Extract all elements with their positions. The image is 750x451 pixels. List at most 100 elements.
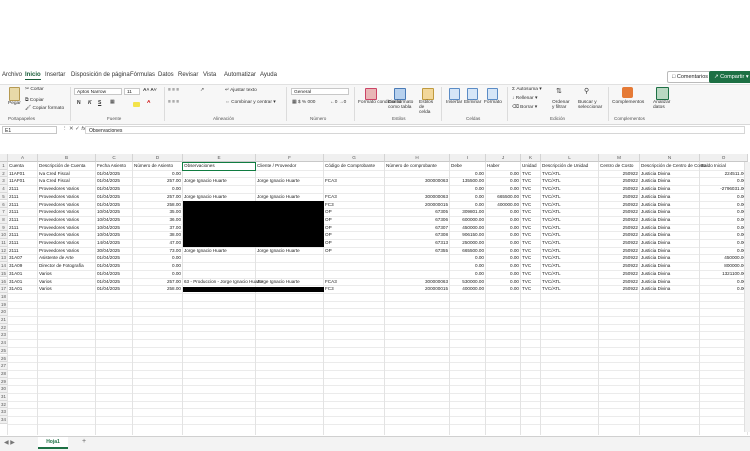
table-cell[interactable]: Jorge Ignacio Huarte xyxy=(184,177,254,185)
table-cell[interactable]: 250922 xyxy=(600,270,638,278)
table-cell[interactable]: 67313 xyxy=(386,239,448,247)
table-cell[interactable]: 01/04/2025 xyxy=(97,177,131,185)
column-header[interactable]: G xyxy=(324,154,385,162)
table-cell[interactable]: 0.00 xyxy=(451,270,484,278)
column-header[interactable]: D xyxy=(133,154,183,162)
column-header[interactable]: H xyxy=(385,154,450,162)
table-cell[interactable]: Justicia Divina xyxy=(641,231,698,239)
orientation-icon[interactable]: ↗ xyxy=(200,88,204,93)
table-cell[interactable]: 250922 xyxy=(600,231,638,239)
table-cell[interactable]: OP xyxy=(325,224,383,232)
header-cell[interactable]: Cuenta xyxy=(9,162,36,170)
table-cell[interactable]: FC3 xyxy=(325,201,383,209)
table-cell[interactable]: TVC xyxy=(522,201,539,209)
table-cell[interactable]: 600000.00 xyxy=(451,216,484,224)
table-cell[interactable]: OP xyxy=(325,216,383,224)
format-cells-label[interactable]: Formato xyxy=(484,100,502,105)
table-cell[interactable]: 300000063 xyxy=(386,278,448,286)
paste-label[interactable]: Pegar xyxy=(8,101,21,106)
table-cell[interactable]: 0.00 xyxy=(701,216,746,224)
table-cell[interactable]: TVC/ATL xyxy=(542,185,597,193)
font-name-select[interactable]: Aptos Narrow xyxy=(74,88,122,95)
table-cell[interactable]: OP xyxy=(325,247,383,255)
table-cell[interactable]: Jorge Ignacio Huarte xyxy=(257,177,322,185)
table-cell[interactable]: 0.00 xyxy=(487,224,519,232)
addins-label[interactable]: Complementos xyxy=(612,100,644,105)
table-cell[interactable]: 258.00 xyxy=(134,285,181,293)
table-cell[interactable]: 0.00 xyxy=(451,262,484,270)
tab-formulas[interactable]: Fórmulas xyxy=(130,72,155,78)
table-cell[interactable]: Proveedores Varios xyxy=(39,247,94,255)
table-cell[interactable]: Iva Cred Fiscal xyxy=(39,177,94,185)
table-cell[interactable]: 0.00 xyxy=(487,262,519,270)
table-cell[interactable]: 0.00 xyxy=(487,247,519,255)
table-cell[interactable]: 01/04/2025 xyxy=(97,278,131,286)
table-cell[interactable]: 67306 xyxy=(386,216,448,224)
spreadsheet-grid[interactable]: A B C D E F G H I J K L M N O 1 2 3 4 5 6 7 8 9 10 11 12 13 14 15 16 17… xyxy=(0,154,750,435)
sort-filter-label[interactable]: Ordenar y filtrar xyxy=(552,100,572,110)
table-cell[interactable]: 10/04/2025 xyxy=(97,224,131,232)
analyze-data-icon[interactable] xyxy=(656,87,669,100)
tab-archivo[interactable]: Archivo xyxy=(2,72,22,78)
table-cell[interactable]: 31A09 xyxy=(9,262,36,270)
decimal-icons[interactable]: ←0 →0 xyxy=(330,100,346,105)
table-cell[interactable]: Jorge Ignacio Huarte xyxy=(184,193,254,201)
paste-icon[interactable] xyxy=(9,87,20,101)
table-cell[interactable]: Jorge Ignacio Huarte xyxy=(257,247,322,255)
table-cell[interactable]: Justicia Divina xyxy=(641,239,698,247)
table-cell[interactable]: TVC/ATL xyxy=(542,262,597,270)
table-cell[interactable]: 1321100.00 xyxy=(701,270,746,278)
column-header[interactable]: O xyxy=(700,154,748,162)
table-cell[interactable]: 200000015 xyxy=(386,201,448,209)
add-sheet-button[interactable]: + xyxy=(82,437,86,447)
header-cell[interactable]: Centro de Costo xyxy=(600,162,638,170)
tab-revisar[interactable]: Revisar xyxy=(178,72,198,78)
table-cell[interactable]: Justicia Divina xyxy=(641,285,698,293)
header-cell[interactable]: Cliente / Proveedor xyxy=(257,162,322,170)
table-cell[interactable]: Jorge Ignacio Huarte xyxy=(257,193,322,201)
delete-cells-label[interactable]: Eliminar xyxy=(464,100,481,105)
table-cell[interactable]: 0.00 xyxy=(487,270,519,278)
font-color-icon[interactable]: A xyxy=(147,100,150,105)
table-cell[interactable]: 0.00 xyxy=(701,193,746,201)
header-cell[interactable]: Descripción de Unidad xyxy=(542,162,597,170)
select-all-corner[interactable] xyxy=(0,154,8,162)
table-cell[interactable]: 11AF01 xyxy=(9,177,36,185)
table-cell[interactable]: 0.00 xyxy=(451,193,484,201)
table-cell[interactable]: TVC/ATL xyxy=(542,177,597,185)
table-cell[interactable]: 2111 xyxy=(9,239,36,247)
table-cell[interactable]: 0.00 xyxy=(134,185,181,193)
table-cell[interactable]: 250922 xyxy=(600,278,638,286)
table-cell[interactable]: 2111 xyxy=(9,185,36,193)
header-cell[interactable]: Descripción de Cuenta xyxy=(39,162,94,170)
table-cell[interactable]: 10/04/2025 xyxy=(97,231,131,239)
table-cell[interactable]: 01/04/2025 xyxy=(97,285,131,293)
table-cell[interactable]: 0.00 xyxy=(487,216,519,224)
table-cell[interactable]: 0.00 xyxy=(701,278,746,286)
table-cell[interactable]: TVC/ATL xyxy=(542,216,597,224)
table-cell[interactable]: 31A07 xyxy=(9,254,36,262)
table-cell[interactable]: 135500.00 xyxy=(451,177,484,185)
table-cell[interactable]: Jorge Ignacio Huarte xyxy=(184,247,254,255)
table-cell[interactable]: 0.00 xyxy=(701,247,746,255)
autosum-button[interactable]: Σ Autosuma ▾ xyxy=(512,87,542,92)
clear-button[interactable]: ⌫ Borrar ▾ xyxy=(512,105,537,110)
header-cell[interactable]: Número de comprobante xyxy=(386,162,448,170)
table-cell[interactable]: 31A01 xyxy=(9,285,36,293)
insert-cells-label[interactable]: Insertar xyxy=(446,100,462,105)
column-header[interactable]: M xyxy=(599,154,640,162)
table-cell[interactable]: 2111 xyxy=(9,208,36,216)
table-cell[interactable]: Justicia Divina xyxy=(641,216,698,224)
table-cell[interactable]: 2111 xyxy=(9,231,36,239)
table-cell[interactable]: 0.00 xyxy=(487,208,519,216)
table-cell[interactable]: 0.00 xyxy=(701,285,746,293)
font-size-select[interactable]: 11 xyxy=(124,88,140,95)
table-cell[interactable]: 2111 xyxy=(9,247,36,255)
table-cell[interactable]: 200000015 xyxy=(386,285,448,293)
table-cell[interactable]: FC3 xyxy=(325,285,383,293)
table-cell[interactable]: TVC xyxy=(522,262,539,270)
table-cell[interactable]: TVC xyxy=(522,216,539,224)
table-cell[interactable]: 0.00 xyxy=(701,201,746,209)
table-cell[interactable]: Justicia Divina xyxy=(641,193,698,201)
table-cell[interactable]: Justicia Divina xyxy=(641,170,698,178)
